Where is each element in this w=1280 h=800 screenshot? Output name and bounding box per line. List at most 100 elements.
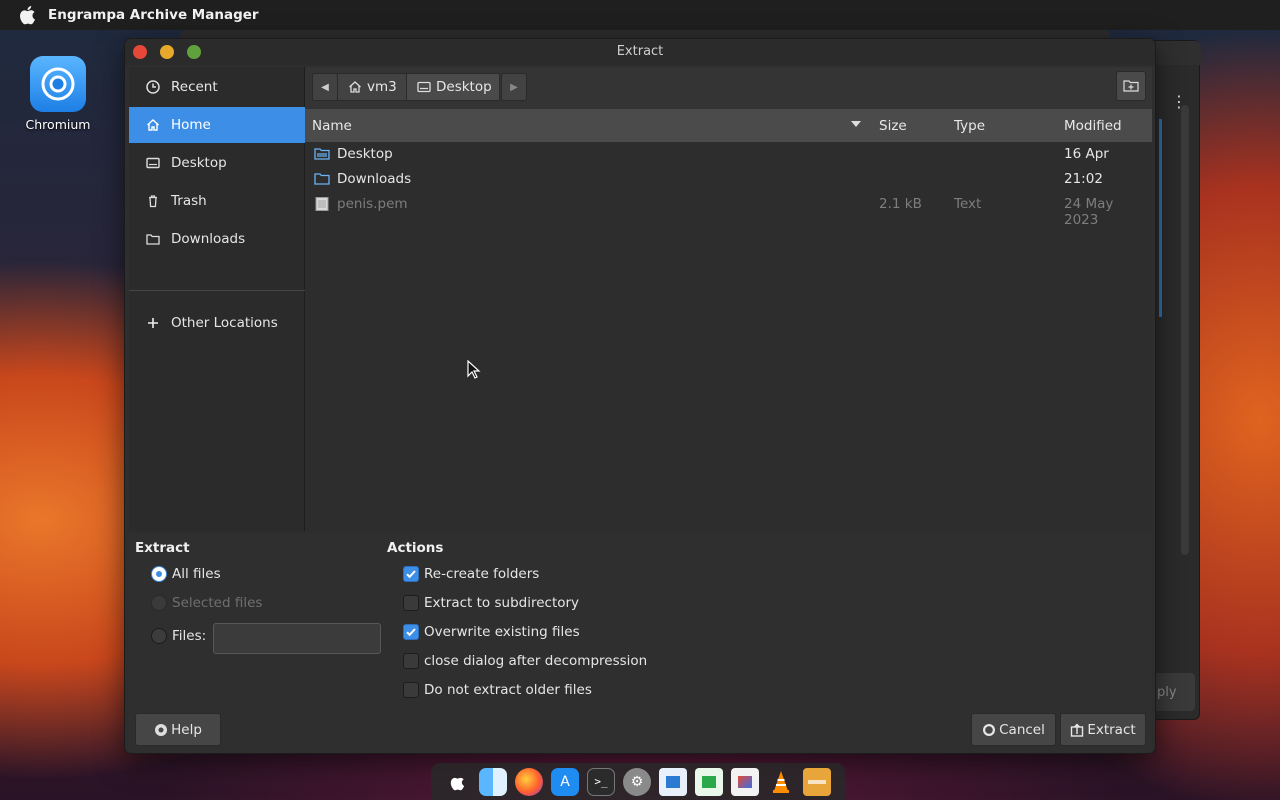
extract-icon xyxy=(1070,723,1084,737)
column-name[interactable]: Name xyxy=(312,118,352,134)
desktop-icon-chromium[interactable]: Chromium xyxy=(22,56,94,132)
sidebar-divider xyxy=(129,290,305,291)
file-row[interactable]: penis.pem 2.1 kB Text 24 May 2023 xyxy=(305,192,1152,228)
path-back-button[interactable]: ◀ xyxy=(312,73,338,101)
trash-icon xyxy=(145,193,161,209)
desktop-icon xyxy=(417,80,431,94)
terminal-icon[interactable]: >_ xyxy=(587,767,615,796)
archive-manager-icon[interactable] xyxy=(803,767,831,796)
firefox-icon[interactable] xyxy=(515,767,543,796)
path-bar: ◀ vm3 Desktop ▶ xyxy=(305,67,1152,109)
files-label: Files: xyxy=(172,628,207,644)
file-modified: 21:02 xyxy=(1064,171,1103,187)
background-focus-line xyxy=(1159,119,1162,317)
places-sidebar: Recent Home Desktop Trash Downloads Othe… xyxy=(129,67,305,531)
extract-button[interactable]: Extract xyxy=(1060,713,1146,746)
file-row[interactable]: Desktop 16 Apr xyxy=(305,142,1152,167)
recreate-folders-checkbox[interactable]: Re-create folders xyxy=(403,566,539,582)
selected-files-label: Selected files xyxy=(172,595,263,611)
sidebar-item-trash[interactable]: Trash xyxy=(129,183,305,219)
checkbox-unchecked[interactable] xyxy=(403,682,419,698)
sidebar-item-other-locations[interactable]: Other Locations xyxy=(129,305,305,341)
path-forward-button[interactable]: ▶ xyxy=(501,73,527,101)
extract-dialog: Extract Recent Home Desktop Trash Downlo… xyxy=(124,38,1156,754)
all-files-radio[interactable]: All files xyxy=(151,566,221,582)
sidebar-item-recent[interactable]: Recent xyxy=(129,69,305,105)
file-row[interactable]: Downloads 21:02 xyxy=(305,167,1152,192)
radio-unselected[interactable] xyxy=(151,628,167,644)
vlc-icon[interactable] xyxy=(767,768,795,796)
sidebar-item-home[interactable]: Home xyxy=(129,107,305,143)
column-header: Name Size Type Modified xyxy=(305,109,1152,142)
apply-button[interactable]: ply xyxy=(1151,673,1195,711)
all-files-label: All files xyxy=(172,566,221,582)
sidebar-item-label: Desktop xyxy=(171,155,227,171)
extract-subdirectory-checkbox[interactable]: Extract to subdirectory xyxy=(403,595,579,611)
files-radio[interactable]: Files: xyxy=(151,628,206,644)
column-modified[interactable]: Modified xyxy=(1064,118,1122,134)
path-segment-vm3[interactable]: vm3 xyxy=(337,73,407,101)
checkbox-unchecked[interactable] xyxy=(403,653,419,669)
clock-icon xyxy=(145,79,161,95)
top-menubar: Engrampa Archive Manager xyxy=(0,0,1280,30)
radio-selected[interactable] xyxy=(151,566,167,582)
new-folder-button[interactable] xyxy=(1116,71,1146,101)
no-older-files-label: Do not extract older files xyxy=(424,682,592,698)
cancel-icon xyxy=(982,723,996,737)
column-size[interactable]: Size xyxy=(879,118,907,134)
overwrite-files-checkbox[interactable]: Overwrite existing files xyxy=(403,624,580,640)
apply-button-label: ply xyxy=(1157,684,1177,700)
file-size: 2.1 kB xyxy=(879,196,922,212)
home-icon xyxy=(145,117,161,133)
app-name[interactable]: Engrampa Archive Manager xyxy=(48,7,259,23)
overwrite-files-label: Overwrite existing files xyxy=(424,624,580,640)
apple-dock-icon[interactable] xyxy=(443,768,471,796)
desktop-icon-label: Chromium xyxy=(25,117,91,132)
cancel-button[interactable]: Cancel xyxy=(971,713,1056,746)
mouse-cursor-icon xyxy=(467,360,481,379)
column-type[interactable]: Type xyxy=(954,118,985,134)
checkbox-checked[interactable] xyxy=(403,566,419,582)
actions-section-title: Actions xyxy=(387,540,444,556)
finder-icon[interactable] xyxy=(479,767,507,796)
sort-descending-icon[interactable] xyxy=(851,121,861,127)
extract-subdirectory-label: Extract to subdirectory xyxy=(424,595,580,611)
help-label: Help xyxy=(171,721,202,738)
cancel-label: Cancel xyxy=(999,721,1045,738)
selected-files-radio: Selected files xyxy=(151,595,262,611)
files-pattern-input[interactable] xyxy=(213,623,381,654)
path-segment-desktop[interactable]: Desktop xyxy=(406,73,500,101)
file-name: Desktop xyxy=(337,146,393,162)
help-button[interactable]: Help xyxy=(135,713,221,746)
dialog-title: Extract xyxy=(616,44,664,59)
close-dialog-checkbox[interactable]: close dialog after decompression xyxy=(403,653,647,669)
calc-icon[interactable] xyxy=(695,767,723,796)
app-store-icon[interactable]: A xyxy=(551,767,579,796)
file-browser: ◀ vm3 Desktop ▶ Name Size Type Modified … xyxy=(305,67,1152,531)
apple-icon[interactable] xyxy=(18,4,38,26)
desktop-icon xyxy=(145,155,161,171)
plus-icon xyxy=(145,315,161,331)
file-modified: 24 May 2023 xyxy=(1064,196,1114,228)
extract-label: Extract xyxy=(1087,721,1136,738)
new-folder-icon xyxy=(1123,79,1139,93)
sidebar-item-label: Other Locations xyxy=(171,315,278,331)
help-icon xyxy=(154,723,168,737)
writer-icon[interactable] xyxy=(659,767,687,796)
home-icon xyxy=(348,80,362,94)
sidebar-item-desktop[interactable]: Desktop xyxy=(129,145,305,181)
text-file-icon xyxy=(315,197,329,211)
path-segment-label: Desktop xyxy=(436,79,492,95)
sidebar-item-downloads[interactable]: Downloads xyxy=(129,221,305,257)
image-viewer-icon[interactable] xyxy=(731,767,759,796)
no-older-files-checkbox[interactable]: Do not extract older files xyxy=(403,682,592,698)
checkbox-unchecked[interactable] xyxy=(403,595,419,611)
background-scrollbar[interactable] xyxy=(1181,105,1189,555)
radio-disabled xyxy=(151,595,167,611)
settings-icon[interactable]: ⚙ xyxy=(623,767,651,796)
recreate-folders-label: Re-create folders xyxy=(424,566,540,582)
file-modified: 16 Apr xyxy=(1064,146,1109,162)
kebab-menu-icon[interactable]: ⋮ xyxy=(1163,85,1195,117)
dialog-titlebar: Extract xyxy=(125,39,1155,65)
checkbox-checked[interactable] xyxy=(403,624,419,640)
